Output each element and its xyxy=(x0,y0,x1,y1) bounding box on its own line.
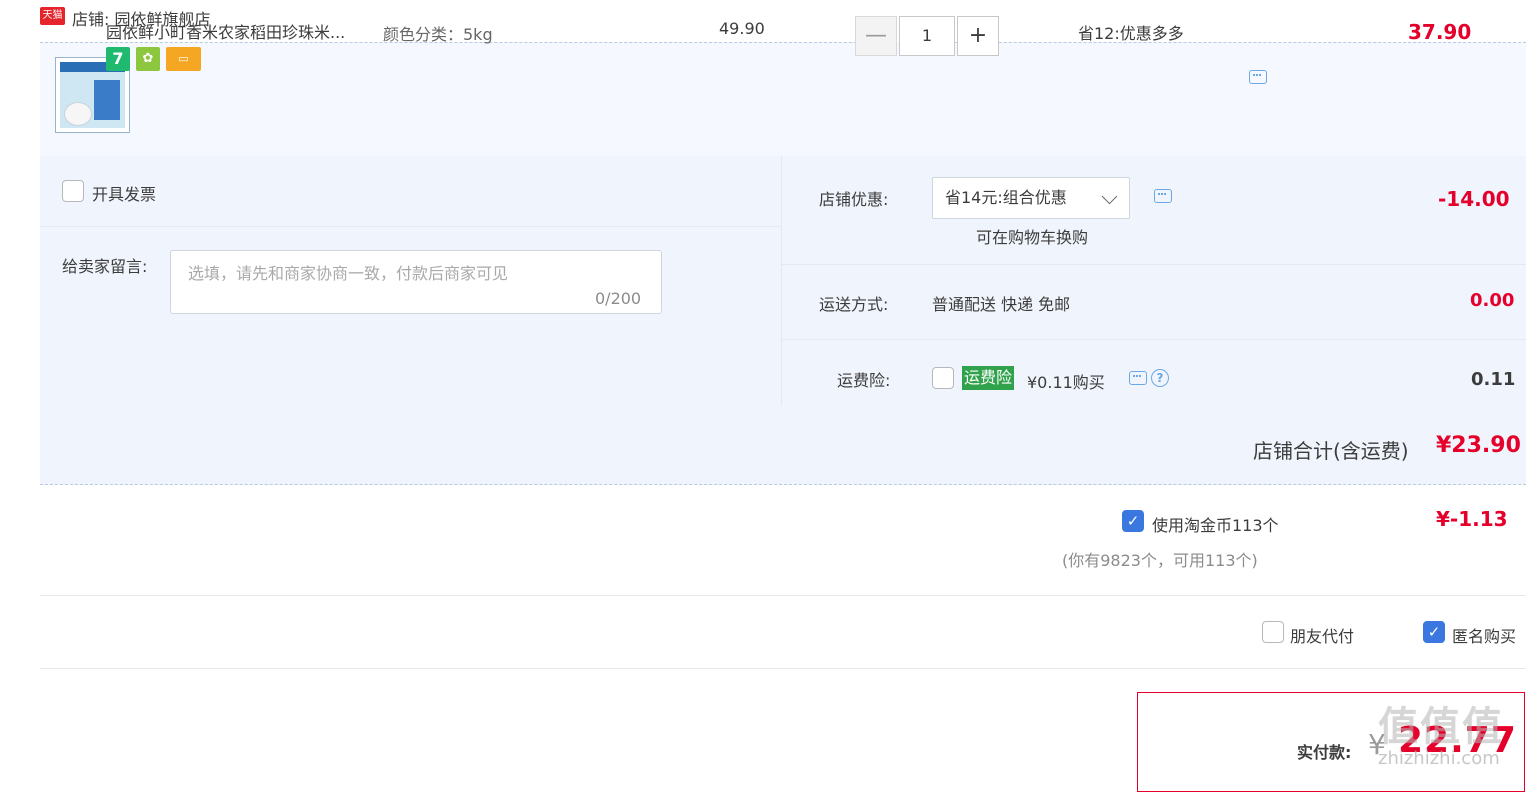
invoice-label[interactable]: 开具发票 xyxy=(92,181,156,205)
item-total-price: 37.90 xyxy=(1408,20,1472,44)
cart-swap-note: 可在购物车换购 xyxy=(976,228,1089,247)
item-promo-text: 省12:优惠多多 xyxy=(1078,24,1184,43)
guarantee-shield-icon[interactable]: ✿ xyxy=(136,47,160,71)
actual-payment-label: 实付款: xyxy=(1297,743,1352,762)
store-discount-selected: 省14元:组合优惠 xyxy=(945,188,1067,207)
shipping-insurance-value: 0.11 xyxy=(1471,369,1516,390)
insurance-chat-icon[interactable] xyxy=(1129,371,1147,385)
seven-day-return-icon[interactable]: 7 xyxy=(106,47,130,71)
shipping-insurance-label: 运费险: xyxy=(837,371,891,390)
store-discount-select[interactable]: 省14元:组合优惠 xyxy=(932,177,1130,219)
chevron-down-icon xyxy=(1101,188,1118,205)
shipping-insurance-checkbox[interactable] xyxy=(932,367,954,389)
quantity-stepper: — 1 + xyxy=(855,16,999,56)
promo-info-chat-icon[interactable] xyxy=(1249,70,1267,84)
product-name-link[interactable]: 园依鲜小町香米农家稻田珍珠米... xyxy=(106,19,345,43)
unit-price: 49.90 xyxy=(719,19,765,38)
help-question-icon[interactable]: ? xyxy=(1151,369,1169,387)
increase-quantity-button[interactable]: + xyxy=(957,16,999,56)
seller-message-char-count: 0/200 xyxy=(595,289,642,308)
shipping-method: 普通配送 快递 免邮 xyxy=(932,295,1071,314)
friend-pay-checkbox[interactable] xyxy=(1262,621,1284,643)
seller-message-label: 给卖家留言: xyxy=(62,257,148,276)
shipping-label: 运送方式: xyxy=(819,295,889,314)
order-item-row xyxy=(40,42,1526,157)
anonymous-purchase-label[interactable]: 匿名购买 xyxy=(1452,623,1516,647)
use-coins-checkbox[interactable] xyxy=(1122,510,1144,532)
store-discount-label: 店铺优惠: xyxy=(819,190,889,209)
divider xyxy=(782,264,1526,265)
anonymous-purchase-checkbox[interactable] xyxy=(1423,621,1445,643)
shipping-insurance-tag: 运费险 xyxy=(962,366,1015,390)
watermark-logo: 值值值 xyxy=(1378,704,1504,750)
divider xyxy=(40,668,1526,669)
coins-discount-value: ¥-1.13 xyxy=(1436,507,1508,531)
divider xyxy=(781,156,782,406)
store-discount-value: -14.00 xyxy=(1438,187,1510,211)
credit-card-icon[interactable]: ▭ xyxy=(166,47,201,71)
divider xyxy=(40,595,1526,596)
shop-subtotal-value: ¥23.90 xyxy=(1436,433,1521,458)
shipping-value: 0.00 xyxy=(1470,290,1515,311)
shop-subtotal-label: 店铺合计(含运费) xyxy=(1253,439,1409,463)
tmall-logo: 天猫 xyxy=(40,7,65,25)
product-spec: 颜色分类：5kg xyxy=(383,25,493,44)
divider xyxy=(782,339,1526,340)
friend-pay-label[interactable]: 朋友代付 xyxy=(1290,623,1354,647)
watermark-url: zhizhizhi.com xyxy=(1378,748,1500,769)
coins-available-note: (你有9823个，可用113个) xyxy=(1062,551,1258,570)
use-coins-label[interactable]: 使用淘金币113个 xyxy=(1152,512,1279,536)
divider xyxy=(40,226,781,227)
seller-message-placeholder: 选填，请先和商家协商一致，付款后商家可见 xyxy=(188,264,509,283)
invoice-checkbox[interactable] xyxy=(62,180,84,202)
quantity-input[interactable]: 1 xyxy=(899,16,955,56)
shipping-insurance-price: ¥0.11购买 xyxy=(1027,373,1105,392)
discount-info-chat-icon[interactable] xyxy=(1154,189,1172,203)
service-badges: 7 ✿ ▭ xyxy=(106,47,201,71)
decrease-quantity-button[interactable]: — xyxy=(855,16,897,56)
